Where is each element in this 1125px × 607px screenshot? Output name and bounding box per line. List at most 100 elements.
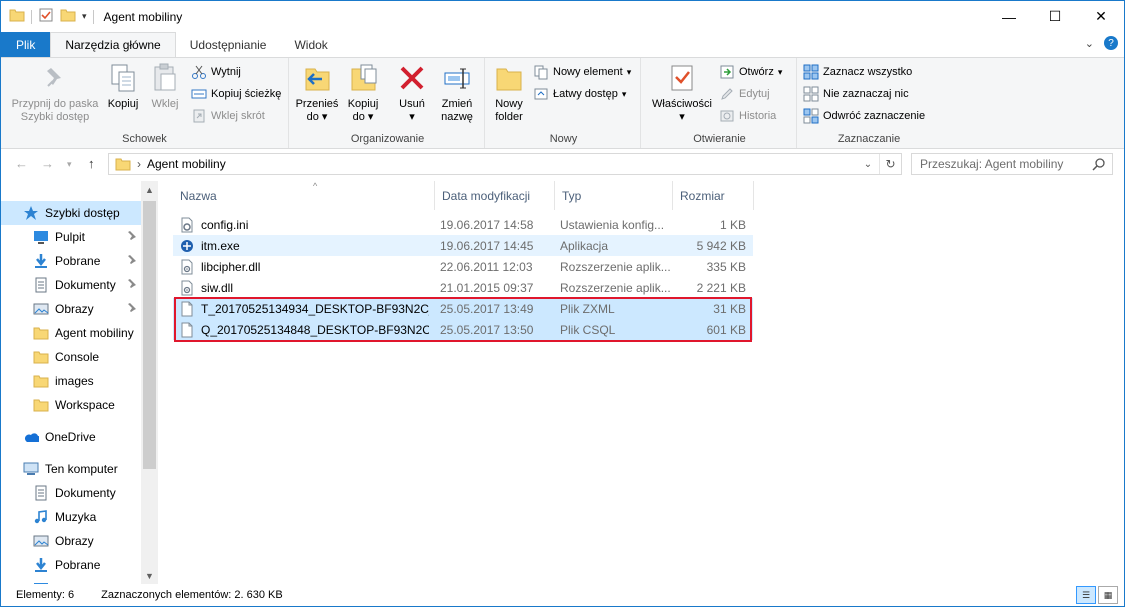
select-all-icon: [803, 64, 819, 80]
nav-item-ten-komputer[interactable]: Ten komputer: [1, 457, 141, 481]
nav-item-obrazy[interactable]: Obrazy: [1, 529, 141, 553]
nav-item-workspace[interactable]: Workspace: [1, 393, 141, 417]
easy-access-button[interactable]: Łatwy dostęp ▾: [533, 84, 626, 104]
large-icons-view-icon[interactable]: ▦: [1098, 586, 1118, 604]
nav-item-muzyka[interactable]: Muzyka: [1, 505, 141, 529]
search-box[interactable]: Przeszukaj: Agent mobiliny: [911, 153, 1113, 175]
select-group-label: Zaznaczanie: [837, 133, 901, 145]
open-icon: [719, 64, 735, 80]
copy-path-label: Kopiuj ścieżkę: [211, 88, 282, 100]
nav-item-pobrane[interactable]: Pobrane: [1, 249, 141, 273]
nav-item-dokumenty[interactable]: Dokumenty: [1, 481, 141, 505]
file-row[interactable]: itm.exe 19.06.2017 14:45 Aplikacja 5 942 KB: [173, 235, 753, 256]
nav-item-pulpit[interactable]: Pulpit: [1, 577, 141, 584]
help-icon[interactable]: ?: [1104, 36, 1118, 50]
invert-selection-button[interactable]: Odwróć zaznaczenie: [803, 106, 925, 126]
nav-item-label: Obrazy: [55, 534, 94, 548]
breadcrumb-item[interactable]: Agent mobiliny: [147, 157, 226, 171]
folder-icon[interactable]: [9, 7, 25, 26]
expand-ribbon-icon[interactable]: ⌄: [1085, 37, 1094, 50]
nav-scrollbar[interactable]: ▲ ▼: [141, 181, 158, 584]
exe-file-icon: [179, 238, 195, 254]
file-type: Aplikacja: [560, 238, 609, 253]
rename-button[interactable]: Zmień nazwę: [437, 62, 477, 124]
select-none-button[interactable]: Nie zaznaczaj nic: [803, 84, 909, 104]
nav-item-onedrive[interactable]: OneDrive: [1, 425, 141, 449]
tab-share[interactable]: Udostępnianie: [176, 32, 281, 57]
file-row[interactable]: siw.dll 21.01.2015 09:37 Rozszerzenie apli…: [173, 277, 753, 298]
details-view-icon[interactable]: ☰: [1076, 586, 1096, 604]
highlight-box: [174, 297, 752, 342]
address-history-chevron-icon[interactable]: ⌄: [857, 154, 879, 174]
scroll-down-icon[interactable]: ▼: [141, 567, 158, 584]
nav-item-pobrane[interactable]: Pobrane: [1, 553, 141, 577]
maximize-button[interactable]: ☐: [1032, 1, 1078, 32]
tab-view[interactable]: Widok: [280, 32, 341, 57]
pin-icon[interactable]: [127, 230, 137, 243]
address-bar[interactable]: › Agent mobiliny ⌄ ↻: [108, 153, 902, 175]
nav-item-szybki-dostęp[interactable]: Szybki dostęp: [1, 201, 141, 225]
column-date[interactable]: Data modyfikacji: [435, 181, 555, 210]
forward-arrow-icon[interactable]: →: [41, 156, 54, 171]
edit-button[interactable]: Edytuj: [719, 84, 770, 104]
download-icon: [33, 253, 49, 269]
search-icon[interactable]: [1092, 157, 1106, 174]
nav-item-pulpit[interactable]: Pulpit: [1, 225, 141, 249]
properties-button[interactable]: Właściwości ▾: [647, 62, 717, 124]
scroll-up-icon[interactable]: ▲: [141, 181, 158, 198]
scissors-icon: [191, 64, 207, 80]
file-row[interactable]: libcipher.dll 22.06.2011 12:03 Rozszerzeni…: [173, 256, 753, 277]
nav-item-images[interactable]: images: [1, 369, 141, 393]
minimize-button[interactable]: —: [986, 1, 1032, 32]
nav-item-label: Pobrane: [55, 558, 101, 572]
scrollbar-thumb[interactable]: [143, 201, 156, 469]
paste-shortcut-button[interactable]: Wklej skrót: [191, 106, 265, 126]
column-size[interactable]: Rozmiar: [673, 181, 754, 210]
back-arrow-icon[interactable]: ←: [15, 156, 28, 171]
pin-icon[interactable]: [127, 302, 137, 315]
tab-home[interactable]: Narzędzia główne: [50, 32, 176, 57]
copy-path-button[interactable]: Kopiuj ścieżkę: [191, 84, 281, 104]
nav-item-obrazy[interactable]: Obrazy: [1, 297, 141, 321]
copy-button[interactable]: Kopiuj: [105, 62, 141, 111]
tab-file[interactable]: Plik: [1, 32, 51, 57]
cut-button[interactable]: Wytnij: [191, 62, 241, 82]
open-button[interactable]: Otwórz ▾: [719, 62, 782, 82]
new-folder-icon[interactable]: [60, 7, 76, 26]
copy-to-button[interactable]: Kopiuj do ▾: [343, 62, 383, 124]
paste-button[interactable]: Wklej: [147, 62, 183, 111]
folder-icon: [33, 325, 49, 341]
column-name[interactable]: Nazwa ^: [173, 181, 435, 210]
delete-button[interactable]: Usuń ▾: [393, 62, 431, 124]
customize-qat-chevron-icon[interactable]: ▾: [82, 11, 87, 22]
nav-item-label: Console: [55, 350, 100, 364]
column-date-label: Data modyfikacji: [442, 188, 531, 203]
onedrive-icon: [23, 429, 39, 445]
new-folder-label-line2: folder: [495, 111, 523, 123]
file-name: libcipher.dll: [201, 259, 261, 274]
history-button[interactable]: Historia: [719, 106, 776, 126]
column-type[interactable]: Typ: [555, 181, 673, 210]
pin-label-line1: Przypnij do paska: [11, 98, 99, 110]
up-arrow-icon[interactable]: ↑: [88, 156, 95, 171]
recent-locations-chevron-icon[interactable]: ▾: [67, 159, 72, 170]
new-item-button[interactable]: Nowy element ▾: [533, 62, 631, 82]
pin-to-quick-access-button[interactable]: Przypnij do paska Szybki dostęp: [7, 62, 103, 124]
new-folder-button[interactable]: Nowy folder: [489, 62, 529, 124]
documents-icon: [33, 277, 49, 293]
refresh-icon[interactable]: ↻: [879, 154, 901, 174]
properties-check-icon[interactable]: [38, 7, 54, 26]
move-to-label-line2: do ▾: [306, 111, 328, 123]
select-all-button[interactable]: Zaznacz wszystko: [803, 62, 912, 82]
rename-label-line1: Zmień: [441, 98, 473, 110]
select-all-label: Zaznacz wszystko: [823, 66, 913, 78]
pin-icon[interactable]: [127, 254, 137, 267]
move-to-button[interactable]: Przenieś do ▾: [295, 62, 339, 124]
nav-item-console[interactable]: Console: [1, 345, 141, 369]
nav-item-agent-mobiliny[interactable]: Agent mobiliny: [1, 321, 141, 345]
close-button[interactable]: ✕: [1078, 1, 1124, 32]
nav-item-dokumenty[interactable]: Dokumenty: [1, 273, 141, 297]
file-row[interactable]: config.ini 19.06.2017 14:58 Ustawienia kon…: [173, 214, 753, 235]
organize-group: Przenieś do ▾ Kopiuj do ▾ Usuń ▾ Zmień n…: [291, 58, 485, 148]
pin-icon[interactable]: [127, 278, 137, 291]
